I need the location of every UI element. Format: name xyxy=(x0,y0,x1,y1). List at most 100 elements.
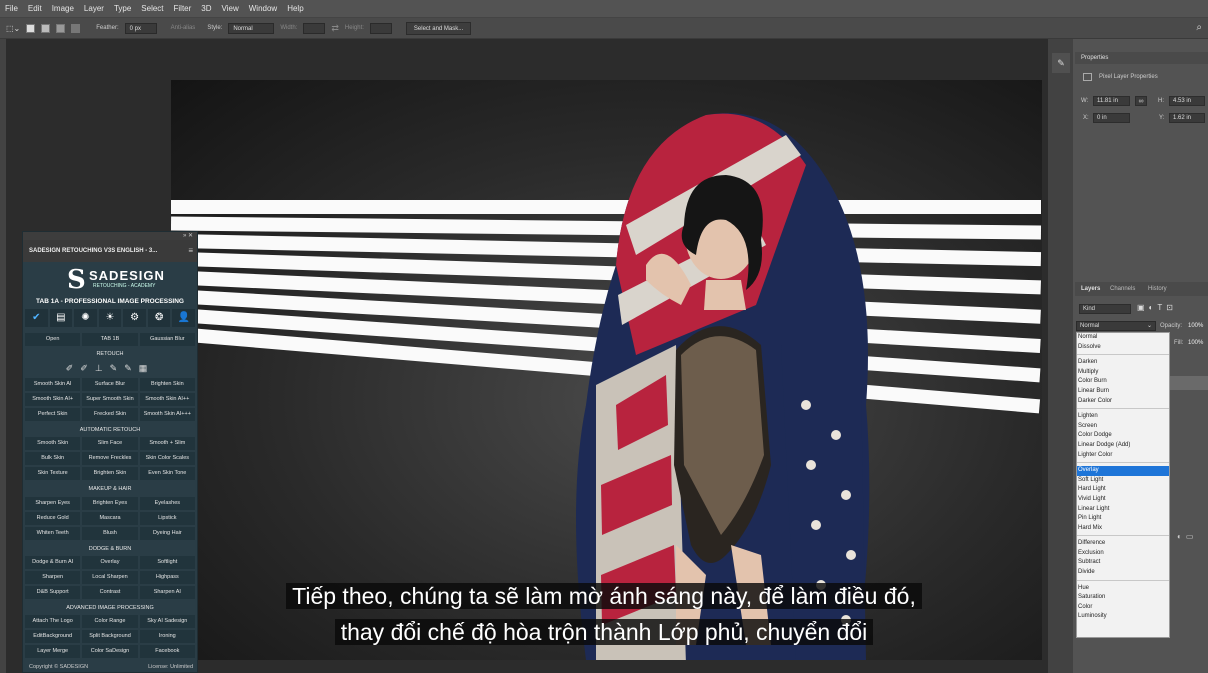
blend-option-difference[interactable]: Difference xyxy=(1077,539,1169,549)
x-field[interactable]: 0 in xyxy=(1093,113,1130,123)
fill-value[interactable]: 100% xyxy=(1188,340,1203,346)
tab-channels[interactable]: Channels xyxy=(1110,286,1135,292)
plugin-button-smooth-skin-ai[interactable]: Smooth Skin AI+ xyxy=(25,393,81,406)
plugin-button-dyeing-hair[interactable]: Dyeing Hair xyxy=(139,527,195,540)
marquee-tool-icon[interactable]: ⬚⌄ xyxy=(6,24,20,33)
blend-option-luminosity[interactable]: Luminosity xyxy=(1077,612,1169,622)
plugin-button-even-skin-tone[interactable]: Even Skin Tone xyxy=(139,467,195,480)
plugin-button-eyelashes[interactable]: Eyelashes xyxy=(139,497,195,510)
blend-mode-select[interactable]: Normal ⌄ xyxy=(1076,321,1156,331)
blend-option-subtract[interactable]: Subtract xyxy=(1077,558,1169,568)
plugin-button-local-sharpen[interactable]: Local Sharpen xyxy=(82,571,138,584)
plugin-button-lipstick[interactable]: Lipstick xyxy=(139,512,195,525)
blend-option-lighten[interactable]: Lighten xyxy=(1077,412,1169,422)
feather-input[interactable]: 0 px xyxy=(124,22,157,34)
image-canvas[interactable] xyxy=(171,80,1042,660)
settings-icon[interactable]: ⚙ xyxy=(123,309,146,327)
blend-option-overlay[interactable]: Overlay xyxy=(1077,466,1169,476)
new-selection-icon[interactable] xyxy=(26,23,36,33)
plugin-button-layer-merge[interactable]: Layer Merge xyxy=(25,645,81,658)
menu-edit[interactable]: Edit xyxy=(23,4,47,13)
plugin-button-open[interactable]: Open xyxy=(25,333,81,346)
blend-option-pin-light[interactable]: Pin Light xyxy=(1077,514,1169,524)
plugin-button-smooth-skin-ai[interactable]: Smooth Skin AI++ xyxy=(139,393,195,406)
plugin-button-gaussian-blur[interactable]: Gaussian Blur xyxy=(139,333,195,346)
plugin-button-attach-the-logo[interactable]: Attach The Logo xyxy=(25,615,81,628)
menu-view[interactable]: View xyxy=(217,4,244,13)
blend-option-multiply[interactable]: Multiply xyxy=(1077,368,1169,378)
blend-mode-dropdown[interactable]: Normal Dissolve Darken Multiply Color Burn Li… xyxy=(1076,332,1170,638)
plugin-button-blush[interactable]: Blush xyxy=(82,527,138,540)
menu-filter[interactable]: Filter xyxy=(169,4,197,13)
plugin-button-reduce-gold[interactable]: Reduce Gold xyxy=(25,512,81,525)
swap-icon[interactable]: ⇄ xyxy=(331,23,339,34)
menu-icon[interactable]: ≡ xyxy=(188,240,193,262)
plugin-button-smooth-skin-ai[interactable]: Smooth Skin AI+++ xyxy=(139,408,195,421)
tab-properties[interactable]: Properties xyxy=(1081,55,1108,61)
plugin-button-sharpen-eyes[interactable]: Sharpen Eyes xyxy=(25,497,81,510)
blend-option-lighter-color[interactable]: Lighter Color xyxy=(1077,451,1169,461)
plugin-button-split-background[interactable]: Split Background xyxy=(82,630,138,643)
plugin-button-brighten-skin[interactable]: Brighten Skin xyxy=(82,467,138,480)
layer-actions-icons[interactable]: ◐▭ xyxy=(1177,532,1197,541)
plugin-button-softlight[interactable]: Softlight xyxy=(139,556,195,569)
plugin-button-dodge-burn-ai[interactable]: Dodge & Burn AI xyxy=(25,556,81,569)
document-icon[interactable]: ▤ xyxy=(49,309,73,327)
select-and-mask-button[interactable]: Select and Mask... xyxy=(405,21,472,35)
plugin-button-contrast[interactable]: Contrast xyxy=(82,586,138,599)
blend-option-screen[interactable]: Screen xyxy=(1077,422,1169,432)
menu-select[interactable]: Select xyxy=(136,4,168,13)
blend-option-vivid-light[interactable]: Vivid Light xyxy=(1077,495,1169,505)
layer-row[interactable] xyxy=(1170,376,1208,390)
plugin-button-facebook[interactable]: Facebook xyxy=(139,645,195,658)
checkmark-icon[interactable]: ✔ xyxy=(25,309,48,327)
menu-3d[interactable]: 3D xyxy=(196,4,216,13)
blend-option-linear-dodge-add[interactable]: Linear Dodge (Add) xyxy=(1077,441,1169,451)
plugin-button-tab-1b[interactable]: TAB 1B xyxy=(82,333,138,346)
plugin-button-bulk-skin[interactable]: Bulk Skin xyxy=(25,452,81,465)
filter-kind-select[interactable]: Kind xyxy=(1079,304,1131,314)
retouch-brush-icons[interactable]: ✐✐⊥✎✎▦ xyxy=(23,363,197,375)
menu-file[interactable]: File xyxy=(0,4,23,13)
plugin-button-color-sadesign[interactable]: Color SaDesign xyxy=(82,645,138,658)
plugin-button-smooth-slim[interactable]: Smooth + Slim xyxy=(139,437,195,450)
plugin-button-skin-texture[interactable]: Skin Texture xyxy=(25,467,81,480)
blend-option-darken[interactable]: Darken xyxy=(1077,358,1169,368)
blend-option-saturation[interactable]: Saturation xyxy=(1077,593,1169,603)
style-select[interactable]: Normal xyxy=(228,22,275,34)
menu-help[interactable]: Help xyxy=(282,4,308,13)
search-icon[interactable]: ⌕ xyxy=(1196,22,1202,33)
plugin-button-color-range[interactable]: Color Range xyxy=(82,615,138,628)
height-input[interactable] xyxy=(369,22,392,34)
blend-option-linear-light[interactable]: Linear Light xyxy=(1077,505,1169,515)
plugin-button-whiten-teeth[interactable]: Whiten Teeth xyxy=(25,527,81,540)
blend-option-linear-burn[interactable]: Linear Burn xyxy=(1077,387,1169,397)
opacity-value[interactable]: 100% xyxy=(1188,323,1203,329)
blend-option-darker-color[interactable]: Darker Color xyxy=(1077,397,1169,407)
blend-option-hard-light[interactable]: Hard Light xyxy=(1077,485,1169,495)
blend-option-normal[interactable]: Normal xyxy=(1077,333,1169,343)
plugin-button-surface-blur[interactable]: Surface Blur xyxy=(82,378,138,391)
antialias-checkbox[interactable]: Anti-alias xyxy=(171,25,196,31)
blend-option-soft-light[interactable]: Soft Light xyxy=(1077,476,1169,486)
menu-image[interactable]: Image xyxy=(47,4,79,13)
blend-option-color-burn[interactable]: Color Burn xyxy=(1077,377,1169,387)
blend-option-dissolve[interactable]: Dissolve xyxy=(1077,343,1169,353)
blend-option-hard-mix[interactable]: Hard Mix xyxy=(1077,524,1169,534)
link-icon[interactable]: ∞ xyxy=(1135,96,1147,106)
plugin-button-skin-color-scales[interactable]: Skin Color Scales xyxy=(139,452,195,465)
y-field[interactable]: 1.62 in xyxy=(1169,113,1205,123)
plugin-button-slim-face[interactable]: Slim Face xyxy=(82,437,138,450)
plugin-button-remove-freckles[interactable]: Remove Freckles xyxy=(82,452,138,465)
blend-option-hue[interactable]: Hue xyxy=(1077,584,1169,594)
plugin-button-editbackground[interactable]: EditBackground xyxy=(25,630,81,643)
plugin-button-brighten-eyes[interactable]: Brighten Eyes xyxy=(82,497,138,510)
plugin-button-sharpen[interactable]: Sharpen xyxy=(25,571,81,584)
aperture-icon[interactable]: ✺ xyxy=(74,309,97,327)
plugin-button-smooth-skin-ai[interactable]: Smooth Skin AI xyxy=(25,378,81,391)
plugin-window-controls[interactable]: » ✕ xyxy=(23,232,197,240)
plugin-button-perfect-skin[interactable]: Perfect Skin xyxy=(25,408,81,421)
plugin-button-mascara[interactable]: Mascara xyxy=(82,512,138,525)
plugin-button-overlay[interactable]: Overlay xyxy=(82,556,138,569)
menu-window[interactable]: Window xyxy=(244,4,282,13)
